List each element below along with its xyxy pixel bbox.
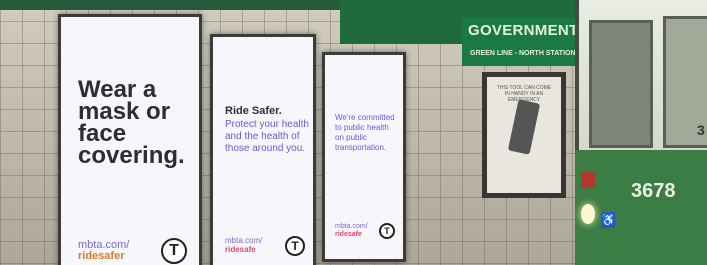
train-tail-light [581,172,595,188]
poster-url: mbta.com/ ridesafe [335,223,368,239]
train-side-number: 3 [697,122,705,138]
emergency-notice-board: This tool can come in handy in an emerge… [482,72,566,198]
mbta-t-logo-icon: T [285,236,305,256]
url-highlight: ridesafe [335,231,362,238]
station-line: GREEN LINE - NORTH STATION [470,50,576,57]
poster-url: mbta.com/ ridesafer [78,240,129,262]
train-window [589,20,653,148]
train-upper-body: 3 [575,0,707,150]
mbta-t-logo-icon: T [161,238,187,264]
notice-panel: This tool can come in handy in an emerge… [487,77,561,193]
url-highlight: ridesafer [78,250,125,262]
subway-platform-photo: GOVERNMENT CENT GREEN LINE - NORTH STATI… [0,0,707,265]
poster-wear-mask: Wear a mask or face covering. mbta.com/ … [58,14,202,265]
url-prefix: mbta.com/ [335,223,368,230]
train-headlight [581,204,595,224]
poster-title: Ride Safer. [225,105,282,117]
poster-url: mbta.com/ ridesafe [225,236,262,254]
url-prefix: mbta.com/ [225,236,263,245]
poster-body: Protect your health and the health of th… [225,119,309,154]
poster-body: We're committed to public health on publ… [335,113,395,152]
green-line-train: 3 ♿ 3678 [575,0,707,265]
url-highlight: ridesafe [225,245,256,254]
train-number: 3678 [631,180,676,202]
poster-headline: Wear a mask or face covering. [78,76,185,169]
phone-image [507,99,541,155]
poster-ride-safer: Ride Safer. Protect your health and the … [210,34,316,265]
accessibility-icon: ♿ [601,212,616,228]
poster-committed: We're committed to public health on publ… [322,52,406,262]
mbta-t-logo-icon: T [379,223,395,239]
